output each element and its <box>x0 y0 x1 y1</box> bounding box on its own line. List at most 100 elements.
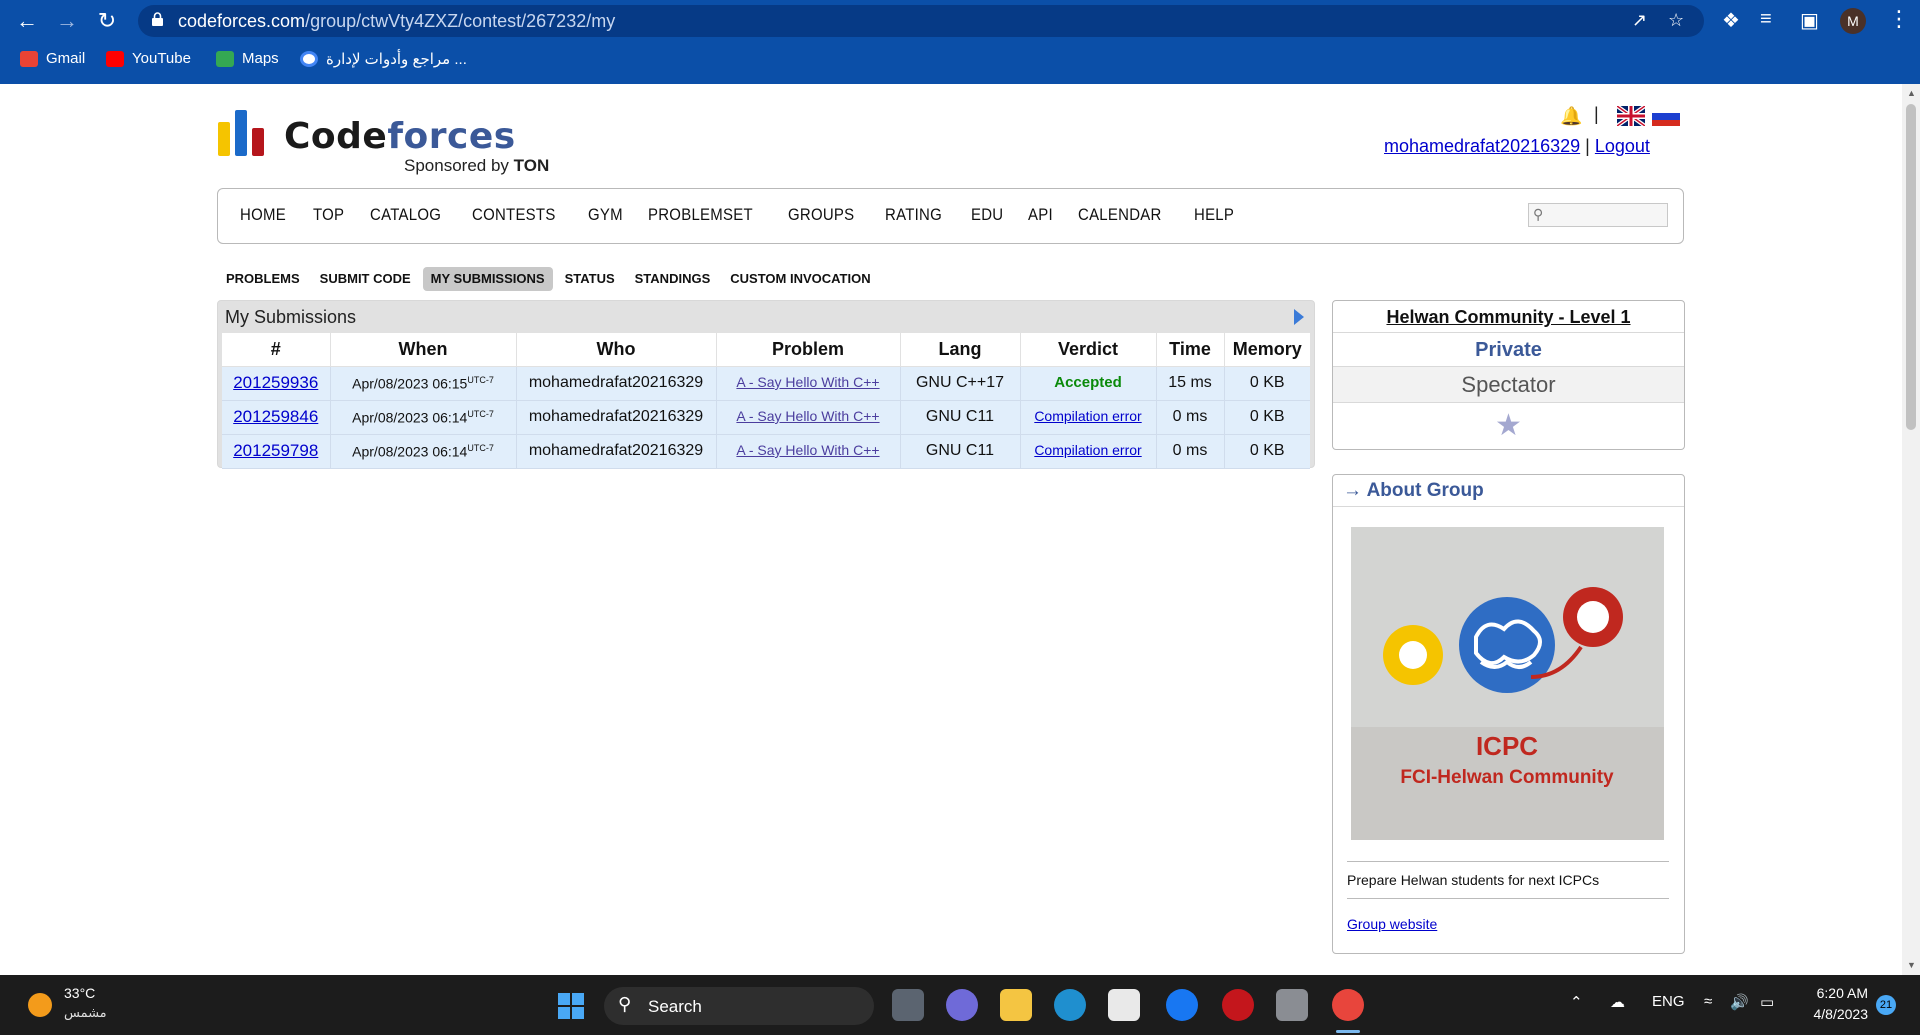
weather-temperature[interactable]: 33°C <box>64 985 95 1001</box>
submission-problem[interactable]: A - Say Hello With C++ <box>716 434 901 469</box>
table-row: 201259798 Apr/08/2023 06:14UTC-7 mohamed… <box>222 434 1310 469</box>
chrome-menu-icon[interactable]: ⋮ <box>1888 6 1910 32</box>
submenu-my-submissions[interactable]: MY SUBMISSIONS <box>422 267 553 291</box>
menu-groups[interactable]: GROUPS <box>788 205 854 225</box>
verdict-compilation-error-link[interactable]: Compilation error <box>1034 442 1141 458</box>
reading-list-icon[interactable]: ≡ <box>1760 8 1772 31</box>
submenu-standings[interactable]: STANDINGS <box>627 267 719 291</box>
bookmark-label: Maps <box>242 50 279 67</box>
problem-link[interactable]: A - Say Hello With C++ <box>736 374 879 390</box>
facebook-icon[interactable] <box>1166 989 1198 1021</box>
back-arrow-icon[interactable]: ← <box>12 6 42 36</box>
taskbar-search[interactable]: ⚲ Search <box>604 987 874 1025</box>
sun-icon[interactable] <box>28 993 52 1017</box>
windows-start-icon[interactable] <box>558 993 584 1019</box>
menu-edu[interactable]: EDU <box>971 205 1003 225</box>
menu-home[interactable]: HOME <box>240 205 286 225</box>
submenu-submit-code[interactable]: SUBMIT CODE <box>312 267 419 291</box>
bookmark-google[interactable]: مراجع وأدوات لإدارة ... <box>300 50 467 68</box>
submission-id-link[interactable]: 201259936 <box>233 373 318 392</box>
submission-lang: GNU C++17 <box>900 366 1021 401</box>
submission-problem[interactable]: A - Say Hello With C++ <box>716 366 901 401</box>
side-panel-icon[interactable]: ▣ <box>1800 8 1819 33</box>
expand-arrow-icon[interactable] <box>1294 309 1304 325</box>
codeforces-logo[interactable]: Codeforces Sponsored by TON <box>218 110 578 176</box>
submission-id-link[interactable]: 201259798 <box>233 441 318 460</box>
bell-icon[interactable]: 🔔 <box>1560 106 1582 127</box>
teams-chat-icon[interactable] <box>946 989 978 1021</box>
submission-problem[interactable]: A - Say Hello With C++ <box>716 400 901 435</box>
problem-link[interactable]: A - Say Hello With C++ <box>736 442 879 458</box>
submission-verdict[interactable]: Compilation error <box>1020 400 1157 435</box>
tray-chevron-icon[interactable]: ⌃ <box>1570 993 1583 1011</box>
group-website-link[interactable]: Group website <box>1347 916 1437 932</box>
logout-link[interactable]: Logout <box>1595 136 1650 156</box>
share-icon[interactable]: ↗ <box>1632 10 1647 31</box>
edge-icon[interactable] <box>1054 989 1086 1021</box>
submission-memory: 0 KB <box>1224 434 1310 469</box>
submenu-problems[interactable]: PROBLEMS <box>218 267 308 291</box>
submission-id-link[interactable]: 201259846 <box>233 407 318 426</box>
notification-badge[interactable]: 21 <box>1876 995 1896 1015</box>
menu-problemset[interactable]: PROBLEMSET <box>648 205 753 225</box>
submenu-custom-invocation[interactable]: CUSTOM INVOCATION <box>722 267 878 291</box>
profile-avatar[interactable]: M <box>1840 8 1866 34</box>
reload-icon[interactable]: ↻ <box>92 6 122 36</box>
scroll-down-icon[interactable]: ▼ <box>1907 960 1916 970</box>
menu-catalog[interactable]: CATALOG <box>370 205 441 225</box>
onedrive-icon[interactable]: ☁ <box>1610 993 1625 1011</box>
menu-help[interactable]: HELP <box>1194 205 1234 225</box>
task-view-icon[interactable] <box>892 989 924 1021</box>
scroll-up-icon[interactable]: ▲ <box>1907 88 1916 98</box>
submission-verdict[interactable]: Compilation error <box>1020 434 1157 469</box>
username-link[interactable]: mohamedrafat20216329 <box>1384 136 1580 156</box>
volume-icon[interactable]: 🔊 <box>1730 993 1749 1011</box>
bookmark-youtube[interactable]: YouTube <box>106 50 191 67</box>
browser-chrome: ← → ↻ codeforces.com/group/ctwVty4ZXZ/co… <box>0 0 1920 84</box>
address-bar[interactable]: codeforces.com/group/ctwVty4ZXZ/contest/… <box>138 5 1704 37</box>
problem-link[interactable]: A - Say Hello With C++ <box>736 408 879 424</box>
search-input[interactable]: ⚲ <box>1528 203 1668 227</box>
submenu-status[interactable]: STATUS <box>557 267 623 291</box>
submission-id[interactable]: 201259798 <box>222 434 331 469</box>
menu-contests[interactable]: CONTESTS <box>472 205 556 225</box>
extensions-icon[interactable]: ❖ <box>1722 8 1740 33</box>
bookmark-maps[interactable]: Maps <box>216 50 279 67</box>
files-app-icon[interactable] <box>1276 989 1308 1021</box>
input-language[interactable]: ENG <box>1652 993 1685 1010</box>
microsoft-store-icon[interactable] <box>1108 989 1140 1021</box>
group-description: Prepare Helwan students for next ICPCs <box>1347 861 1669 899</box>
star-icon[interactable]: ★ <box>1495 409 1522 442</box>
weather-description: مشمس <box>64 1005 107 1020</box>
bookmarks-bar: Gmail YouTube Maps مراجع وأدوات لإدارة .… <box>0 46 1920 76</box>
chrome-icon[interactable] <box>1332 989 1364 1021</box>
russian-flag-icon[interactable] <box>1652 106 1680 126</box>
submission-time: 0 ms <box>1156 400 1225 435</box>
page-scrollbar[interactable]: ▲ ▼ <box>1902 84 1920 975</box>
menu-rating[interactable]: RATING <box>885 205 942 225</box>
group-name[interactable]: Helwan Community - Level 1 <box>1333 301 1684 333</box>
scroll-thumb[interactable] <box>1906 104 1916 430</box>
menu-top[interactable]: TOP <box>313 205 344 225</box>
forward-arrow-icon[interactable]: → <box>52 6 82 36</box>
submission-id[interactable]: 201259936 <box>222 366 331 401</box>
wifi-icon[interactable]: ≈ <box>1704 993 1712 1010</box>
menu-api[interactable]: API <box>1028 205 1053 225</box>
clock-date[interactable]: 4/8/2023 <box>1798 1006 1869 1022</box>
group-privacy: Private <box>1333 333 1684 367</box>
clock-time[interactable]: 6:20 AM <box>1808 985 1868 1001</box>
file-explorer-icon[interactable] <box>1000 989 1032 1021</box>
menu-gym[interactable]: GYM <box>588 205 623 225</box>
security-app-icon[interactable] <box>1222 989 1254 1021</box>
verdict-compilation-error-link[interactable]: Compilation error <box>1034 408 1141 424</box>
bookmark-star-icon[interactable]: ☆ <box>1668 10 1684 31</box>
submission-lang: GNU C11 <box>900 400 1021 435</box>
menu-calendar[interactable]: CALENDAR <box>1078 205 1162 225</box>
main-menu: HOME TOP CATALOG CONTESTS GYM PROBLEMSET… <box>217 188 1684 244</box>
bookmark-gmail[interactable]: Gmail <box>20 50 85 67</box>
english-flag-icon[interactable] <box>1617 106 1645 126</box>
submission-id[interactable]: 201259846 <box>222 400 331 435</box>
logo-sponsor: Sponsored by TON <box>404 156 550 175</box>
battery-icon[interactable]: ▭ <box>1760 993 1774 1011</box>
favourite-star[interactable]: ★ <box>1333 403 1684 449</box>
